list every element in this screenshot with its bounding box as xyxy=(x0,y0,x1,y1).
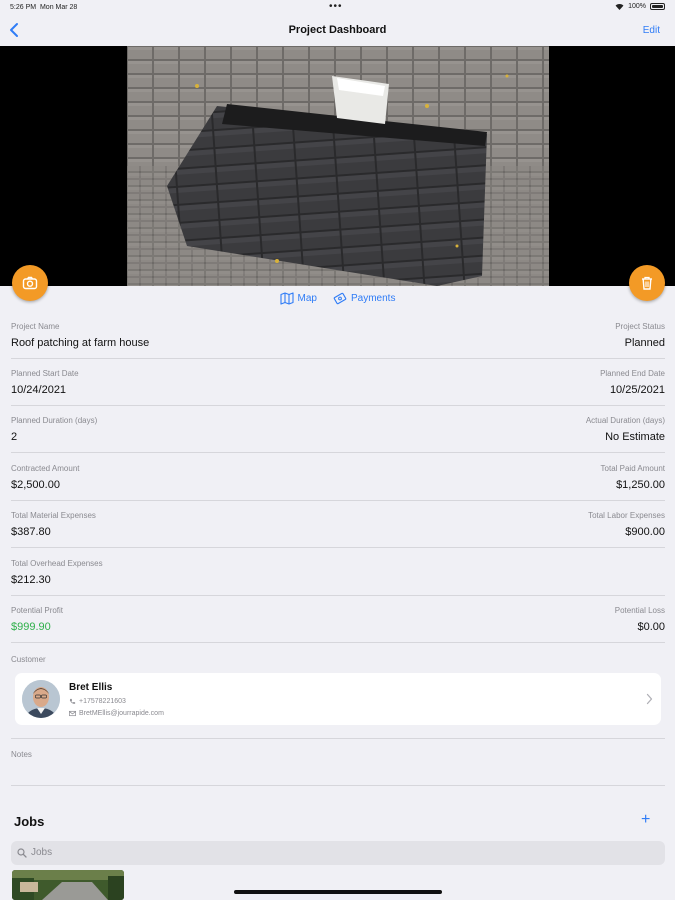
status-right: 100% xyxy=(615,3,665,10)
contracted-amount-label: Contracted Amount xyxy=(11,464,80,473)
labor-expenses-label: Total Labor Expenses xyxy=(588,511,665,520)
project-status-value: Planned xyxy=(624,337,665,349)
actual-duration-value: No Estimate xyxy=(605,431,665,443)
actual-duration-label: Actual Duration (days) xyxy=(585,416,665,425)
page-title: Project Dashboard xyxy=(288,24,387,36)
customer-email: BretMEllis@jourrapide.com xyxy=(69,710,164,717)
jobs-title: Jobs xyxy=(14,814,45,829)
customer-phone-text: +17578221603 xyxy=(79,698,126,705)
status-bar: 5:26 PM Mon Mar 28 ••• 100% xyxy=(0,0,675,16)
duration-row: Planned Duration (days) 2 Actual Duratio… xyxy=(11,406,665,453)
status-time: 5:26 PM Mon Mar 28 xyxy=(10,4,78,11)
job-thumbnail[interactable] xyxy=(12,870,124,900)
project-name-label: Project Name xyxy=(11,322,60,331)
payments-icon xyxy=(333,292,347,304)
map-link-label: Map xyxy=(297,292,317,304)
map-icon xyxy=(279,291,294,305)
edit-button[interactable]: Edit xyxy=(643,25,660,36)
notes-label: Notes xyxy=(11,750,32,759)
jobs-search-placeholder: Jobs xyxy=(31,847,53,858)
potential-loss-label: Potential Loss xyxy=(614,606,665,615)
planned-end-value: 10/25/2021 xyxy=(609,384,665,396)
customer-card[interactable]: Bret Ellis +17578221603 BretMEllis@jourr… xyxy=(15,673,661,725)
total-paid-value: $1,250.00 xyxy=(616,479,665,491)
customer-label: Customer xyxy=(11,655,46,664)
project-name-value: Roof patching at farm house xyxy=(11,337,150,349)
battery-percent: 100% xyxy=(628,3,646,10)
labor-expenses-value: $900.00 xyxy=(625,526,665,538)
project-photo[interactable] xyxy=(127,46,549,286)
project-name-row: Project Name Roof patching at farm house… xyxy=(11,312,665,359)
battery-icon xyxy=(650,3,665,10)
overhead-expenses-label: Total Overhead Expenses xyxy=(11,559,103,568)
dates-row: Planned Start Date 10/24/2021 Planned En… xyxy=(11,359,665,406)
multitasking-dots[interactable]: ••• xyxy=(329,1,343,12)
payments-link[interactable]: Payments xyxy=(333,290,395,306)
chevron-right-icon xyxy=(646,693,653,705)
trash-icon xyxy=(642,276,652,290)
envelope-icon xyxy=(69,710,76,717)
profit-row: Potential Profit $999.90 Potential Loss … xyxy=(11,596,665,643)
overhead-row: Total Overhead Expenses $212.30 xyxy=(11,549,665,596)
total-paid-label: Total Paid Amount xyxy=(600,464,665,473)
camera-icon xyxy=(22,276,38,290)
phone-icon xyxy=(69,698,76,704)
planned-start-label: Planned Start Date xyxy=(11,369,79,378)
customer-divider xyxy=(11,738,665,739)
notes-divider xyxy=(11,785,665,786)
customer-name: Bret Ellis xyxy=(69,682,113,693)
planned-duration-label: Planned Duration (days) xyxy=(11,416,98,425)
quick-links: Map Payments xyxy=(0,290,675,306)
amounts-row: Contracted Amount $2,500.00 Total Paid A… xyxy=(11,454,665,501)
jobs-search-input[interactable]: Jobs xyxy=(11,841,665,865)
planned-start-value: 10/24/2021 xyxy=(11,384,67,396)
material-expenses-value: $387.80 xyxy=(11,526,51,538)
planned-end-label: Planned End Date xyxy=(600,369,665,378)
potential-profit-value: $999.90 xyxy=(11,621,51,633)
customer-email-text: BretMEllis@jourrapide.com xyxy=(79,710,164,717)
material-expenses-label: Total Material Expenses xyxy=(11,511,96,520)
navigation-bar: Project Dashboard Edit xyxy=(0,16,675,46)
search-icon xyxy=(17,848,27,858)
project-status-label: Project Status xyxy=(615,322,665,331)
potential-profit-label: Potential Profit xyxy=(11,606,64,615)
home-indicator[interactable] xyxy=(234,890,442,894)
contracted-amount-value: $2,500.00 xyxy=(11,479,60,491)
wifi-icon xyxy=(615,4,624,10)
overhead-expenses-value: $212.30 xyxy=(11,574,51,586)
add-job-button[interactable]: + xyxy=(641,812,650,828)
payments-link-label: Payments xyxy=(350,292,396,304)
project-photo-area xyxy=(0,46,675,286)
map-link[interactable]: Map xyxy=(279,290,317,306)
avatar xyxy=(22,680,60,718)
expenses-row: Total Material Expenses $387.80 Total La… xyxy=(11,501,665,548)
planned-duration-value: 2 xyxy=(11,431,18,443)
potential-loss-value: $0.00 xyxy=(637,621,665,633)
customer-phone: +17578221603 xyxy=(69,698,126,705)
